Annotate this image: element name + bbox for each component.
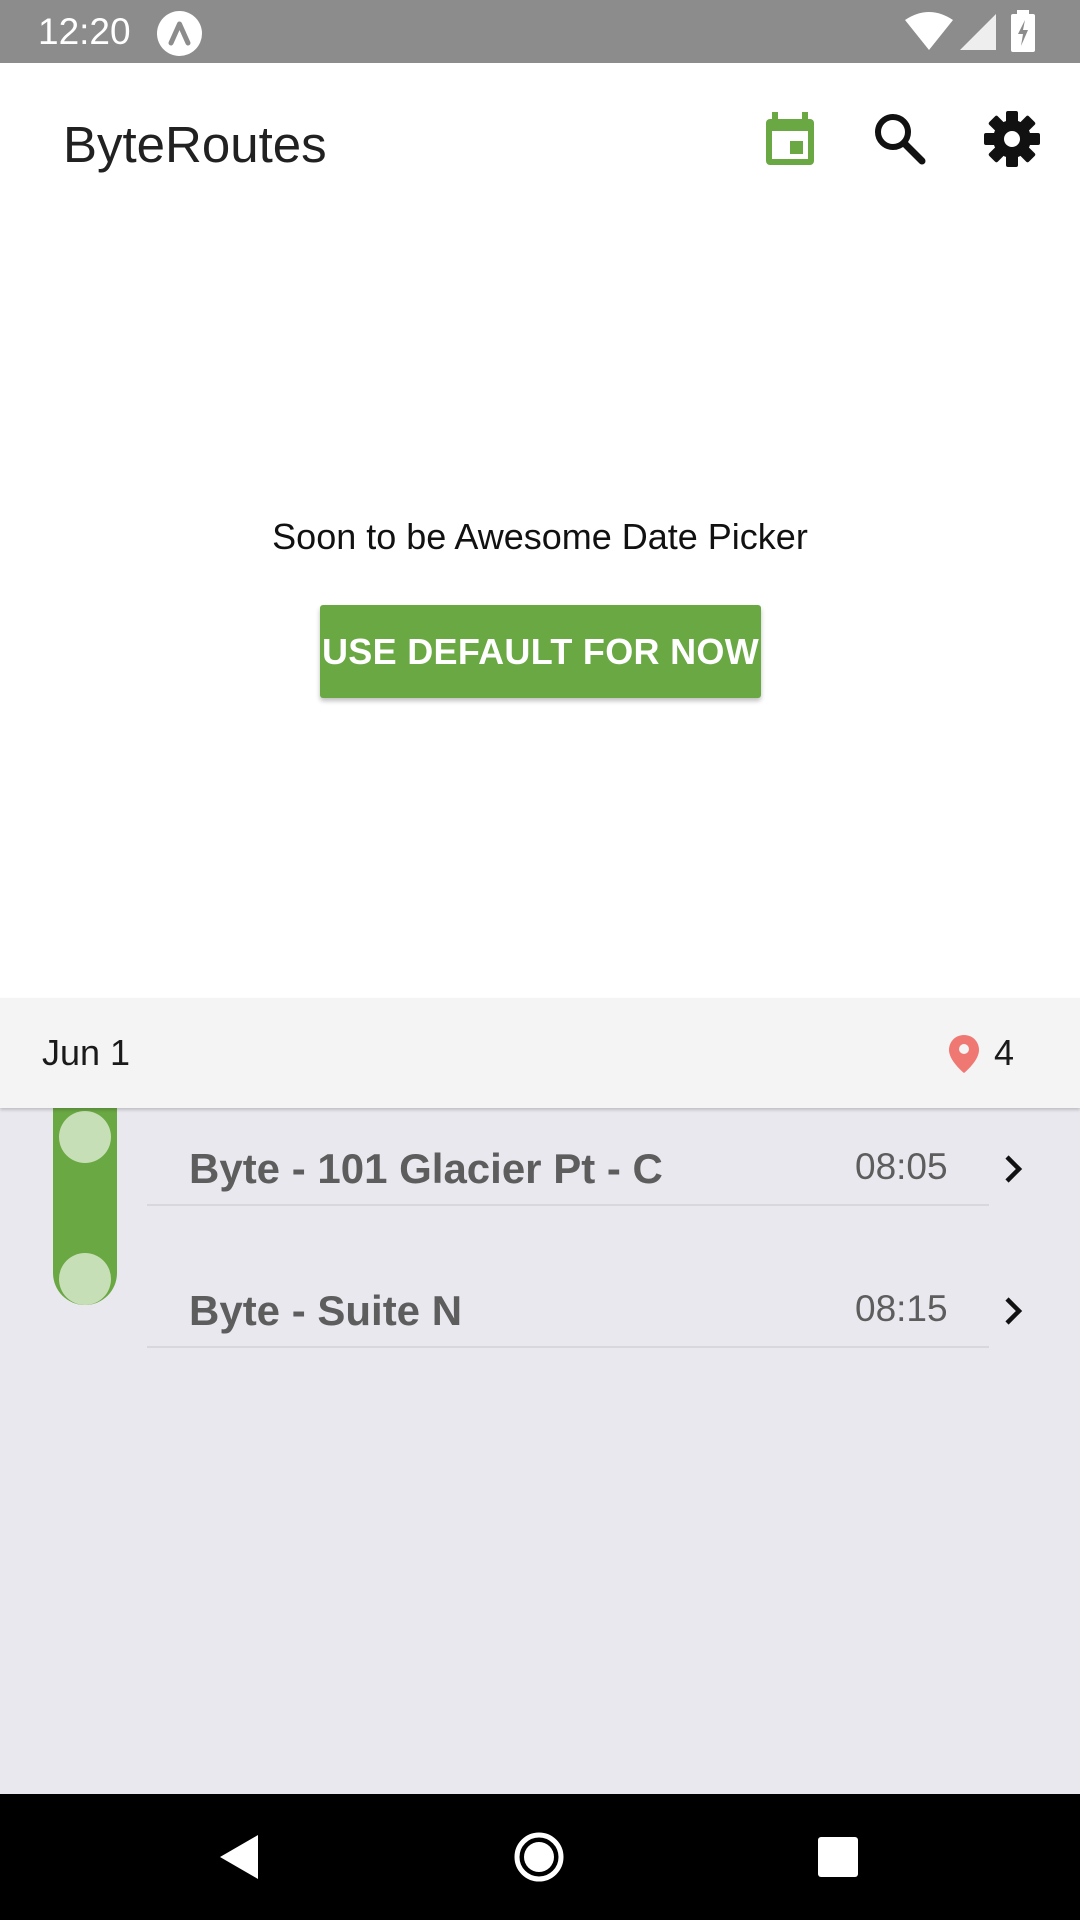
search-icon[interactable]: [868, 107, 932, 171]
app-bar: ByteRoutes: [0, 63, 1080, 221]
date-picker-area: Soon to be Awesome Date Picker USE DEFAU…: [0, 221, 1080, 998]
wifi-icon: [905, 12, 953, 57]
recents-icon[interactable]: [808, 1827, 868, 1887]
app-notification-icon: [157, 11, 202, 56]
stop-count: 4: [994, 1032, 1015, 1073]
route-time: 08:05: [855, 1146, 948, 1187]
status-time: 12:20: [38, 11, 131, 52]
back-icon[interactable]: [210, 1827, 270, 1887]
calendar-icon[interactable]: [758, 107, 822, 171]
system-nav-bar: [0, 1794, 1080, 1920]
route-list: Byte - 101 Glacier Pt - C 08:05 Byte - S…: [0, 1108, 1080, 1794]
day-header[interactable]: Jun 1 4: [0, 998, 1080, 1108]
route-time: 08:15: [855, 1288, 948, 1329]
chevron-right-icon: [1000, 1294, 1028, 1333]
list-item[interactable]: Byte - Suite N 08:15: [0, 1246, 1080, 1387]
location-pin-icon: [948, 1034, 980, 1079]
chevron-right-icon: [1000, 1152, 1028, 1191]
use-default-button[interactable]: USE DEFAULT FOR NOW: [320, 605, 761, 698]
status-bar: 12:20: [0, 0, 1080, 63]
list-item[interactable]: Byte - 101 Glacier Pt - C 08:05: [0, 1108, 1080, 1245]
picker-message: Soon to be Awesome Date Picker: [272, 516, 808, 557]
battery-icon: [1010, 10, 1036, 57]
route-name: Byte - 101 Glacier Pt - C: [189, 1145, 663, 1192]
route-name: Byte - Suite N: [189, 1287, 463, 1334]
settings-icon[interactable]: [980, 107, 1044, 171]
divider: [147, 1346, 989, 1348]
signal-icon: [960, 12, 996, 57]
app-title: ByteRoutes: [63, 116, 327, 173]
day-label: Jun 1: [42, 1032, 131, 1073]
home-icon[interactable]: [509, 1827, 569, 1887]
divider: [147, 1204, 989, 1206]
